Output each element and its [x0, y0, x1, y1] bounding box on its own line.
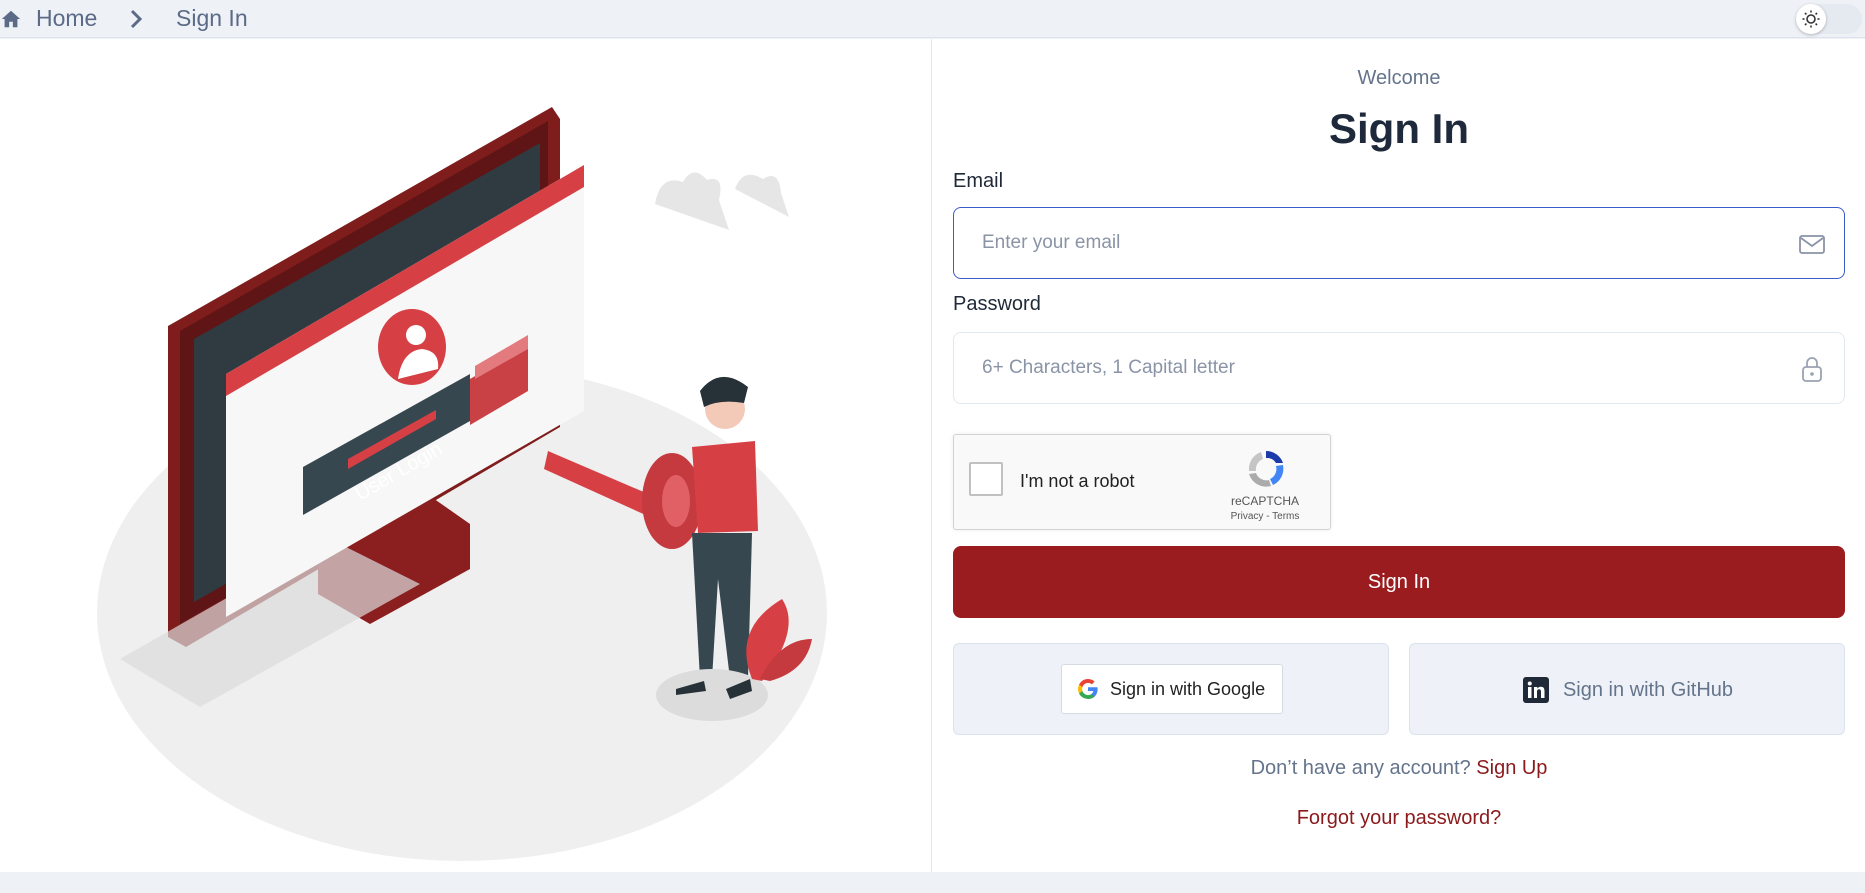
google-signin-container: Sign in with Google	[953, 643, 1389, 735]
chevron-right-icon	[130, 9, 143, 29]
email-field[interactable]	[953, 207, 1845, 279]
recaptcha-label: I'm not a robot	[1020, 471, 1135, 491]
recaptcha-brand: reCAPTCHA	[1230, 494, 1299, 508]
signup-link[interactable]: Sign Up	[1476, 757, 1547, 779]
linkedin-icon	[1522, 677, 1549, 703]
github-signin-button[interactable]: Sign in with GitHub	[1409, 643, 1845, 735]
forgot-password-link[interactable]: Forgot your password?	[953, 807, 1845, 830]
welcome-text: Welcome	[1357, 67, 1441, 89]
password-input[interactable]	[982, 333, 1762, 403]
theme-toggle[interactable]	[1796, 4, 1862, 34]
sun-icon	[1802, 10, 1820, 28]
signup-prompt: Don’t have any account? Sign Up	[953, 757, 1845, 780]
recaptcha-widget: I'm not a robot reCAPTCHA Privacy - Term…	[953, 434, 1331, 530]
google-icon	[1078, 678, 1098, 699]
top-bar: Home Sign In	[0, 0, 1865, 38]
password-field[interactable]	[953, 332, 1845, 404]
email-input[interactable]	[982, 208, 1762, 278]
recaptcha-checkbox[interactable]	[969, 462, 1003, 496]
lock-icon	[1802, 357, 1822, 382]
breadcrumb-home-link[interactable]: Home	[36, 5, 97, 32]
email-label: Email	[953, 170, 1004, 192]
google-signin-button[interactable]: Sign in with Google	[1061, 664, 1283, 714]
no-account-text: Don’t have any account?	[1250, 757, 1471, 779]
login-illustration: User Login	[0, 39, 932, 872]
recaptcha-logo-icon	[1248, 450, 1284, 487]
sign-in-button[interactable]: Sign In	[953, 546, 1845, 618]
illustration-graphic: User Login	[97, 107, 827, 861]
home-icon[interactable]	[0, 8, 22, 30]
github-signin-label: Sign in with GitHub	[1562, 678, 1734, 701]
mail-icon	[1799, 235, 1825, 254]
theme-toggle-knob[interactable]	[1796, 4, 1826, 34]
breadcrumb-current: Sign In	[176, 5, 248, 31]
password-label: Password	[953, 293, 1041, 315]
page-title: Sign In	[1329, 105, 1469, 152]
signin-card: User Login Welcome Sign In Email Passwor…	[0, 39, 1865, 872]
google-signin-label: Sign in with Google	[1110, 678, 1266, 699]
recaptcha-links[interactable]: Privacy - Terms	[1222, 511, 1308, 522]
